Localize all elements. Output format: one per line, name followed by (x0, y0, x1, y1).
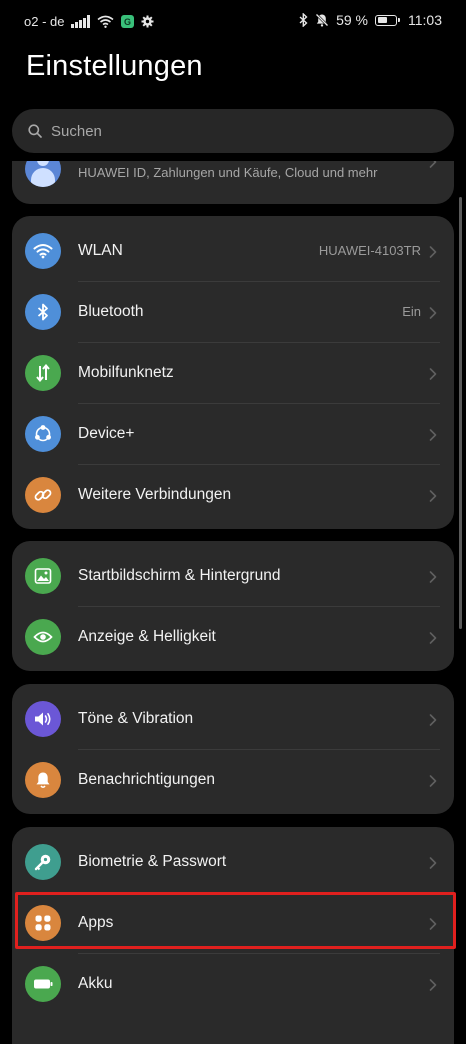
settings-item-label: Benachrichtigungen (78, 770, 216, 788)
status-right: 59 % 11:03 (299, 12, 442, 28)
chevron-right-icon (429, 570, 437, 583)
settings-item-label: Anzeige & Helligkeit (78, 627, 216, 645)
app-badge-icon: G (120, 15, 134, 28)
chevron-right-icon (429, 978, 437, 991)
settings-item-label: Töne & Vibration (78, 709, 194, 727)
settings-item-label: Biometrie & Passwort (78, 852, 227, 870)
settings-item-value: Ein (402, 304, 421, 319)
search-bar[interactable]: Suchen (12, 109, 454, 153)
signal-icon (71, 15, 90, 28)
wifi-icon (25, 232, 61, 269)
mute-bell-icon (315, 13, 329, 27)
clock: 11:03 (408, 12, 442, 28)
battery-icon (375, 14, 400, 26)
bell-icon (25, 761, 61, 798)
speaker-icon (25, 700, 61, 737)
settings-item-label: WLAN (78, 241, 123, 259)
device-plus-icon (25, 415, 61, 452)
settings-item-anzeige-helligkeit[interactable]: Anzeige & Helligkeit (12, 606, 454, 667)
settings-item-label: Startbildschirm & Hintergrund (78, 566, 281, 584)
settings-item-benachrichtigungen[interactable]: Benachrichtigungen (12, 749, 454, 810)
settings-item-label: Mobilfunknetz (78, 363, 174, 381)
settings-item-label: Weitere Verbindungen (78, 485, 232, 503)
bluetooth-icon (25, 293, 61, 330)
chevron-right-icon (429, 856, 437, 869)
avatar (25, 161, 61, 187)
status-left: o2 - de G (24, 14, 154, 29)
settings-group: WLAN HUAWEI-4103TR Bluetooth Ein Mobilfunkne… (12, 216, 454, 529)
settings-item-wlan[interactable]: WLAN HUAWEI-4103TR (12, 220, 454, 281)
settings-item-mobilfunknetz[interactable]: Mobilfunknetz (12, 342, 454, 403)
wallpaper-icon (25, 557, 61, 594)
chevron-right-icon (429, 161, 437, 168)
settings-item-bluetooth[interactable]: Bluetooth Ein (12, 281, 454, 342)
eye-icon (25, 618, 61, 655)
chevron-right-icon (429, 245, 437, 258)
scrollbar[interactable] (459, 197, 462, 629)
settings-item-label: Bluetooth (78, 302, 144, 320)
chevron-right-icon (429, 631, 437, 644)
battery-percent: 59 % (336, 12, 368, 28)
mobile-data-icon (25, 354, 61, 391)
chevron-right-icon (429, 367, 437, 380)
apps-highlight-box (15, 892, 456, 949)
bluetooth-icon (299, 13, 308, 27)
settings-item-biometrie-passwort[interactable]: Biometrie & Passwort (12, 831, 454, 892)
battery-icon (25, 965, 61, 1002)
page-title: Einstellungen (26, 50, 203, 82)
search-icon (28, 124, 42, 138)
settings-item-akku[interactable]: Akku (12, 953, 454, 1014)
chevron-right-icon (429, 713, 437, 726)
account-card[interactable]: HUAWEI ID, Zahlungen und Käufe, Cloud un… (12, 161, 454, 204)
settings-item-device[interactable]: Device+ (12, 403, 454, 464)
carrier-label: o2 - de (24, 14, 65, 29)
status-bar: o2 - de G 59 % 11:03 (0, 0, 466, 44)
account-subtitle: HUAWEI ID, Zahlungen und Käufe, Cloud un… (78, 165, 378, 180)
settings-group: Startbildschirm & Hintergrund Anzeige & H… (12, 541, 454, 671)
settings-item-töne-vibration[interactable]: Töne & Vibration (12, 688, 454, 749)
chevron-right-icon (429, 428, 437, 441)
settings-item-value: HUAWEI-4103TR (318, 243, 421, 258)
settings-item-label: Device+ (78, 424, 135, 442)
settings-item-startbildschirm-hintergrund[interactable]: Startbildschirm & Hintergrund (12, 545, 454, 606)
settings-gear-icon (141, 15, 154, 28)
chevron-right-icon (429, 774, 437, 787)
key-icon (25, 843, 61, 880)
search-placeholder: Suchen (51, 122, 102, 140)
settings-group: Töne & Vibration Benachrichtigungen (12, 684, 454, 814)
chevron-right-icon (429, 489, 437, 502)
settings-item-label: Akku (78, 974, 113, 992)
link-icon (25, 476, 61, 513)
wifi-icon (97, 15, 114, 28)
chevron-right-icon (429, 306, 437, 319)
settings-item-weitere-verbindungen[interactable]: Weitere Verbindungen (12, 464, 454, 525)
